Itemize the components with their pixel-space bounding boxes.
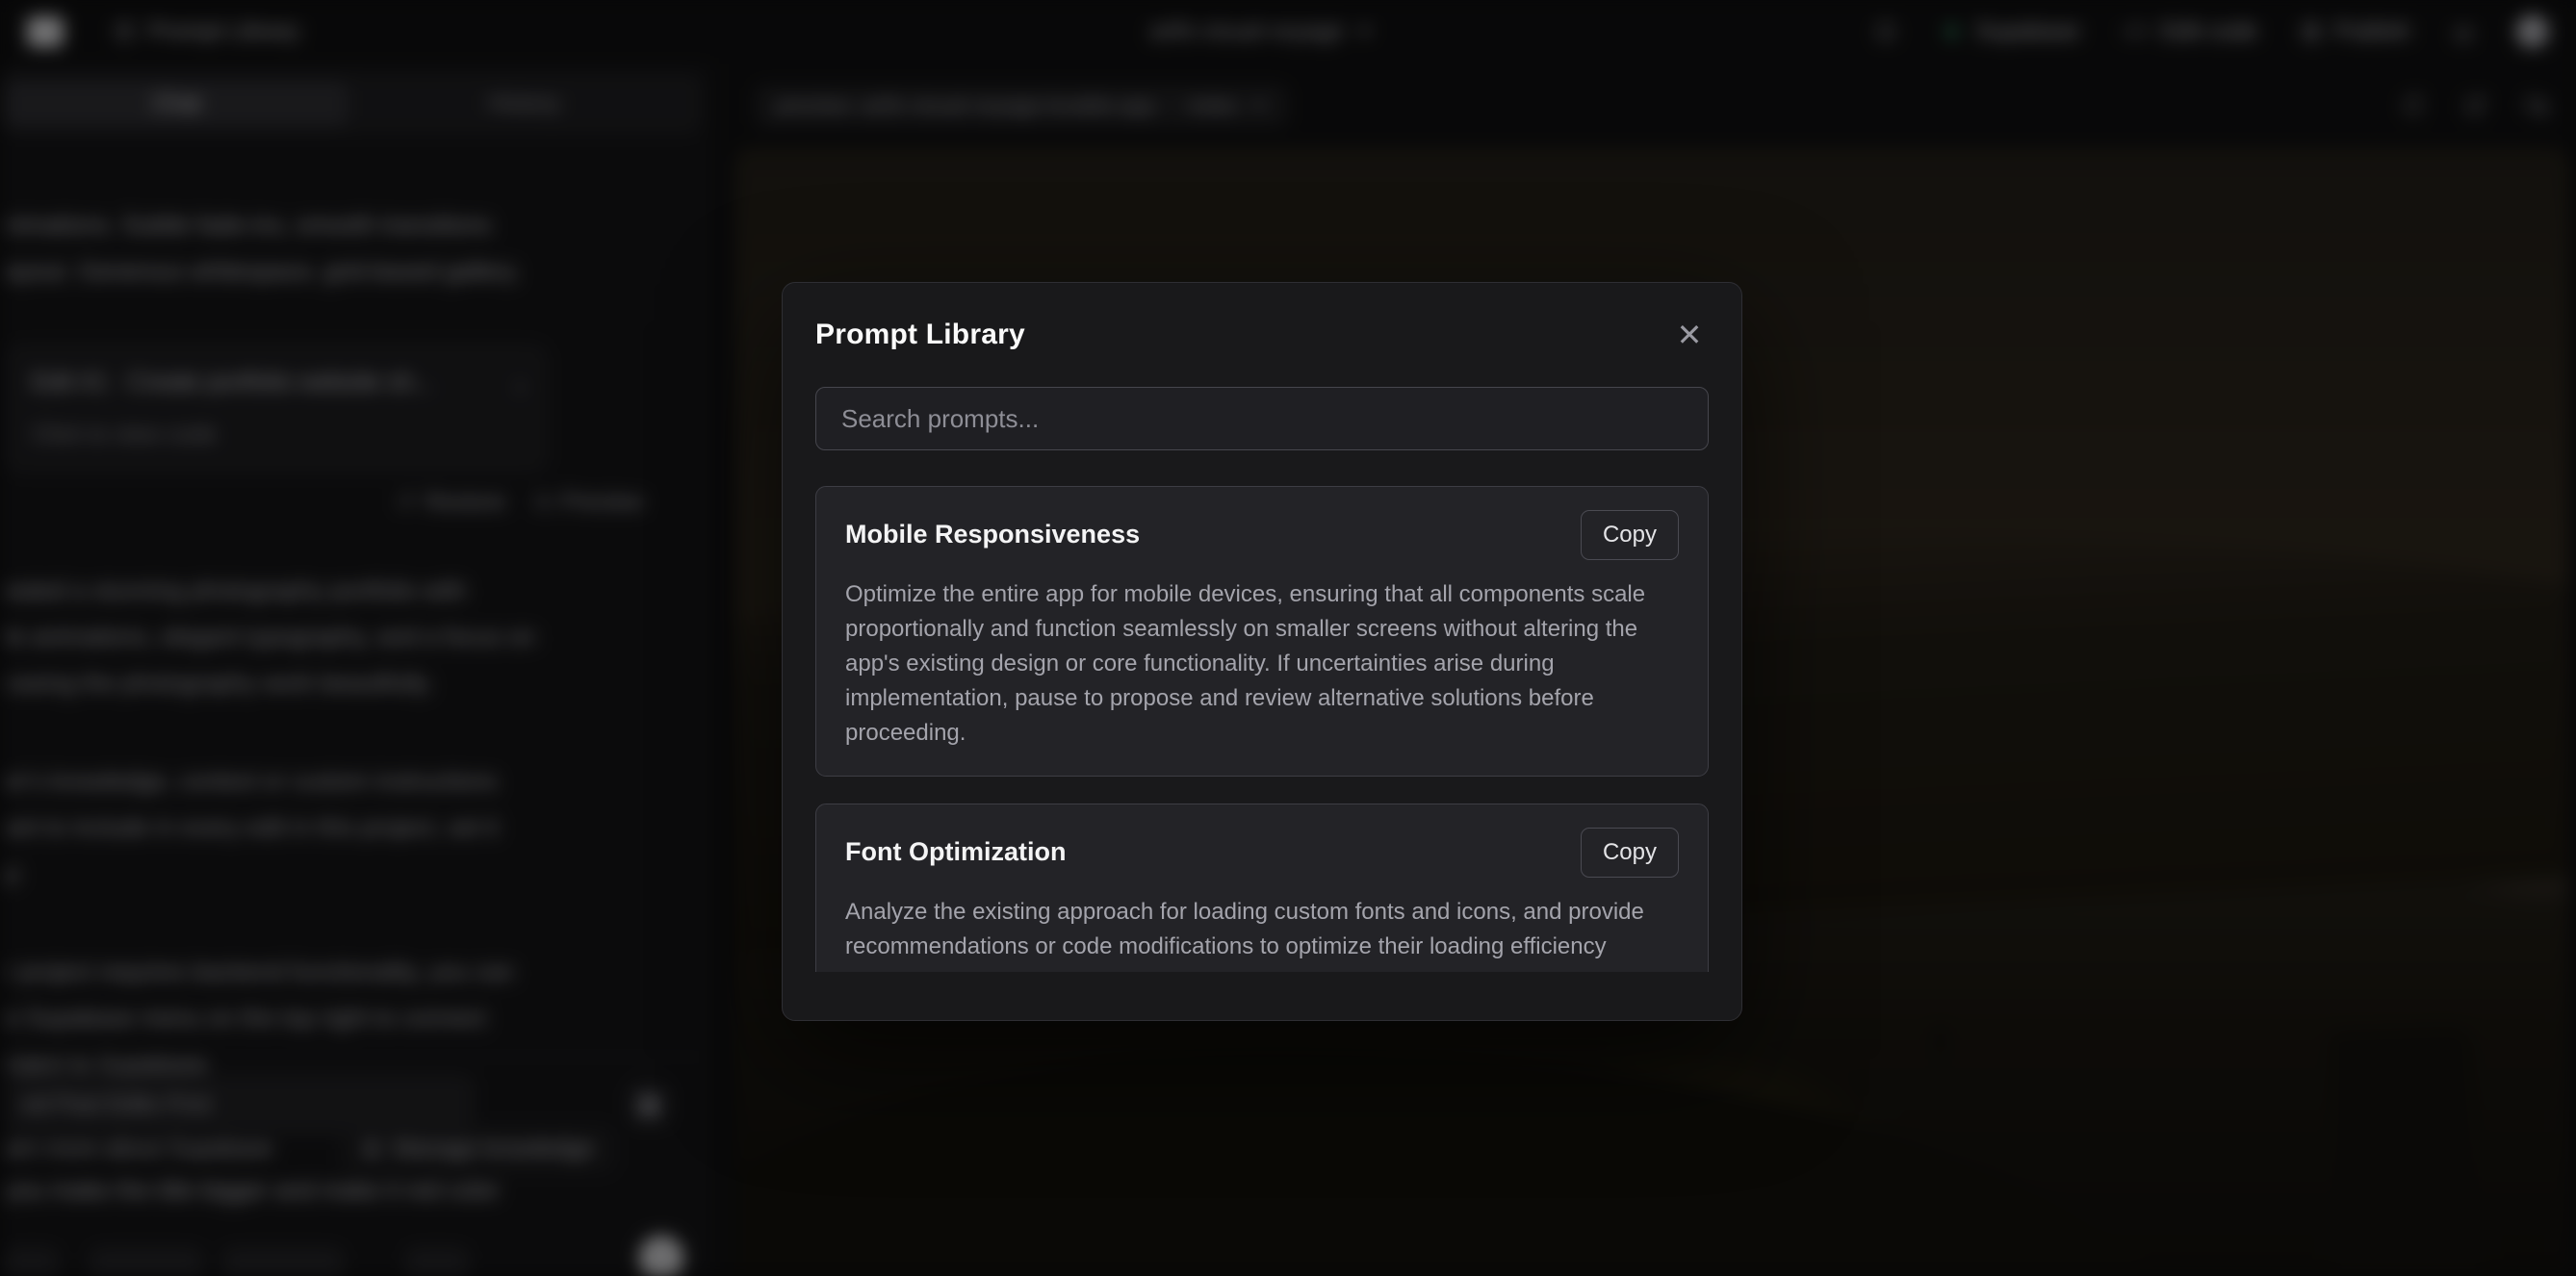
- modal-title: Prompt Library: [815, 319, 1025, 351]
- prompt-card-mobile-responsiveness: Mobile Responsiveness Copy Optimize the …: [815, 486, 1709, 777]
- prompt-list: Mobile Responsiveness Copy Optimize the …: [815, 486, 1709, 972]
- copy-button[interactable]: Copy: [1581, 828, 1679, 878]
- prompt-library-modal: Prompt Library ✕ Mobile Responsiveness C…: [782, 282, 1742, 1021]
- prompt-card-description: Analyze the existing approach for loadin…: [845, 895, 1679, 964]
- prompt-card-description: Optimize the entire app for mobile devic…: [845, 577, 1679, 751]
- search-input[interactable]: [815, 387, 1709, 450]
- prompt-card-font-optimization: Font Optimization Copy Analyze the exist…: [815, 804, 1709, 972]
- close-icon[interactable]: ✕: [1670, 316, 1709, 354]
- prompt-card-title: Font Optimization: [845, 828, 1066, 867]
- copy-button[interactable]: Copy: [1581, 510, 1679, 560]
- prompt-card-title: Mobile Responsiveness: [845, 510, 1140, 549]
